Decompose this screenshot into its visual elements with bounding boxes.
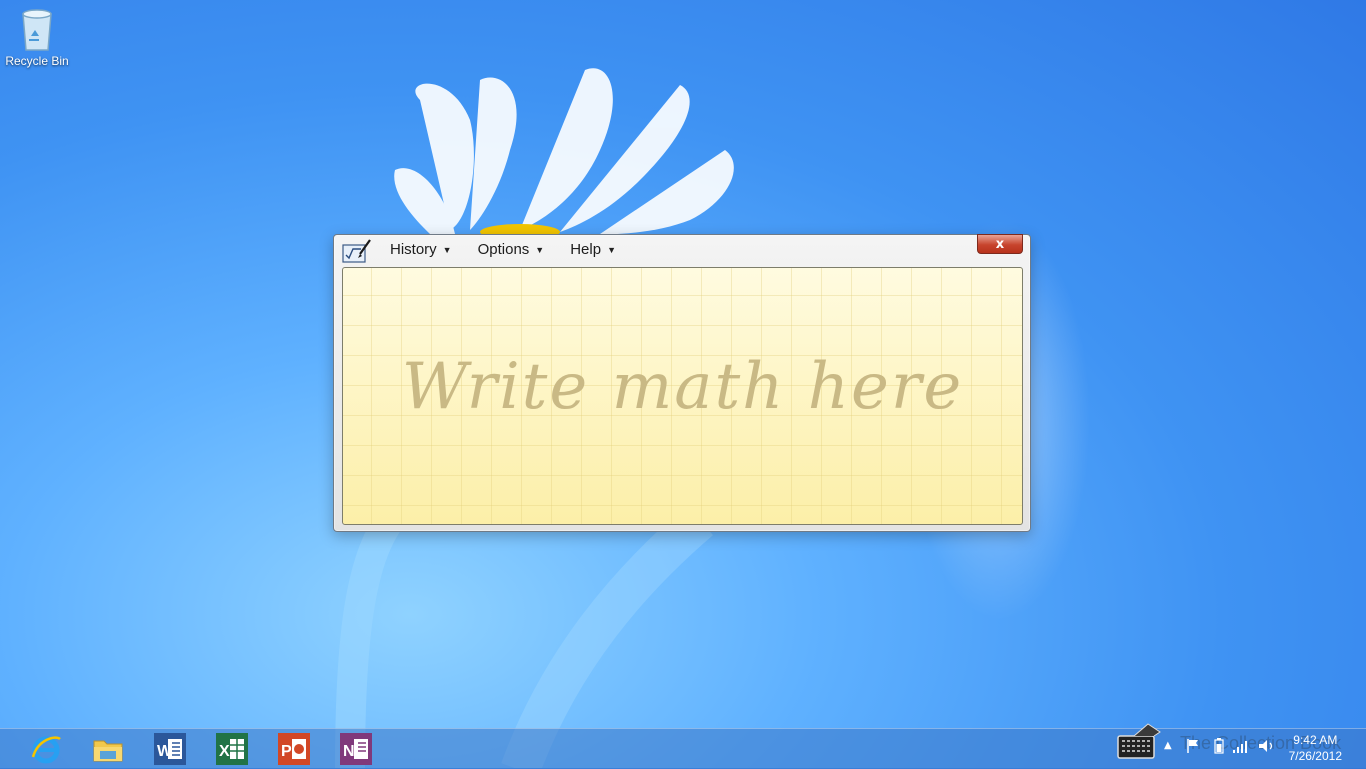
- battery-icon[interactable]: [1214, 738, 1224, 754]
- menu-help-label: Help: [570, 241, 602, 258]
- caret-down-icon: ▼: [607, 244, 616, 255]
- onenote-icon[interactable]: N: [340, 733, 372, 765]
- desktop-icon-recycle-bin[interactable]: Recycle Bin: [4, 6, 70, 68]
- menu-history-label: History: [390, 241, 437, 258]
- word-icon[interactable]: W: [154, 733, 186, 765]
- action-center-flag-icon[interactable]: [1186, 738, 1200, 754]
- caret-down-icon: ▼: [442, 244, 452, 255]
- powerpoint-icon[interactable]: P: [278, 733, 310, 765]
- menu-history[interactable]: History ▼: [380, 241, 462, 258]
- title-bar[interactable]: History ▼ Options ▼ Help ▼ x: [334, 234, 1030, 266]
- clock-date: 7/26/2012: [1288, 749, 1342, 763]
- clock-time: 9:42 AM: [1293, 733, 1338, 747]
- math-writing-area[interactable]: Write math here: [342, 267, 1023, 525]
- excel-icon[interactable]: X: [216, 733, 248, 765]
- math-input-panel-icon[interactable]: [342, 238, 372, 264]
- system-clock[interactable]: 9:42 AM 7/26/2012: [1289, 732, 1342, 764]
- internet-explorer-icon[interactable]: [30, 733, 62, 765]
- menu-help[interactable]: Help ▼: [560, 241, 626, 258]
- svg-text:N: N: [343, 743, 355, 760]
- menu-options[interactable]: Options ▼: [468, 241, 555, 258]
- caret-down-icon: ▼: [535, 244, 545, 255]
- svg-text:P: P: [281, 743, 292, 760]
- recycle-bin-label: Recycle Bin: [5, 54, 69, 68]
- volume-icon[interactable]: [1258, 738, 1276, 754]
- math-input-panel-window[interactable]: History ▼ Options ▼ Help ▼ x Write math …: [333, 234, 1031, 532]
- close-button[interactable]: x: [977, 234, 1023, 254]
- show-hidden-icons-icon[interactable]: ▲: [1164, 740, 1172, 751]
- canvas-placeholder: Write math here: [401, 350, 964, 424]
- file-explorer-icon[interactable]: [92, 733, 124, 765]
- svg-text:X: X: [219, 743, 230, 760]
- menu-options-label: Options: [477, 241, 530, 258]
- svg-text:W: W: [157, 743, 173, 760]
- close-icon: x: [995, 237, 1005, 252]
- recycle-bin-icon: [22, 9, 52, 51]
- touch-keyboard-icon[interactable]: [1114, 722, 1164, 764]
- menu-bar: History ▼ Options ▼ Help ▼: [380, 241, 632, 258]
- network-icon[interactable]: [1232, 738, 1250, 754]
